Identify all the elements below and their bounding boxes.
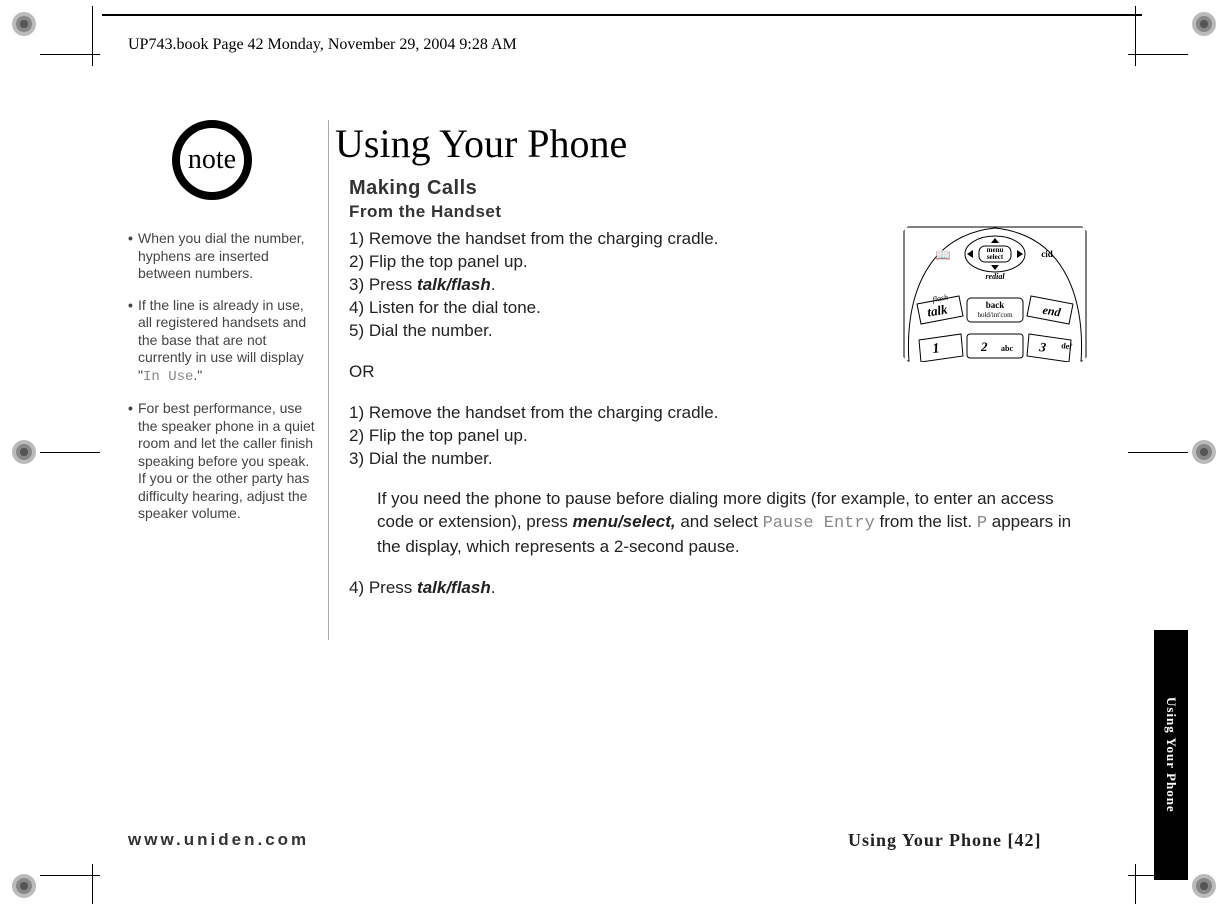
registration-mark [12,440,36,464]
hold-label: hold/int'com [977,311,1013,319]
text: . [491,578,496,597]
key-2: 2 [980,339,988,354]
crop-mark [1135,864,1136,904]
note-item: •When you dial the number, hyphens are i… [128,230,318,283]
registration-mark [12,874,36,898]
note-badge-icon: note [172,120,252,200]
text: 4) Press [349,578,417,597]
step-line: 3) Dial the number. [349,448,1089,471]
end-label: end [1042,303,1063,320]
key-3-letters: def [1061,341,1073,351]
note-text: If the line is already in use, all regis… [138,297,318,387]
phonebook-icon: 📖 [936,248,951,262]
talk-flash-key-label: talk/flash [417,578,491,597]
registration-mark [1192,12,1216,36]
registration-mark [12,12,36,36]
framemaker-header: UP743.book Page 42 Monday, November 29, … [128,36,517,54]
back-label: back [986,300,1005,310]
or-label: OR [349,361,1089,384]
bullet-icon: • [128,400,138,523]
note-item: •For best performance, use the speaker p… [128,400,318,523]
subsection-heading: From the Handset [349,202,1095,222]
step-4: 4) Press talk/flash. [349,577,1089,600]
page-title: Using Your Phone [335,120,1095,167]
footer-url: www.uniden.com [128,830,309,850]
redial-label: redial [985,272,1005,281]
crop-mark [92,864,93,904]
main-content: Using Your Phone Making Calls From the H… [328,120,1095,640]
note-sidebar: note •When you dial the number, hyphens … [128,120,318,537]
thumb-tab: Using Your Phone [1154,630,1188,880]
crop-mark [92,6,93,66]
registration-mark [1192,440,1216,464]
lcd-text: In Use [143,369,193,385]
note-text: For best performance, use the speaker ph… [138,400,318,523]
select-label: select [987,253,1004,261]
cid-label: cid [1041,249,1053,259]
crop-mark [102,14,1142,16]
crop-mark [40,54,100,55]
crop-mark [40,875,100,876]
step-line: 1) Remove the handset from the charging … [349,402,1089,425]
key-label: talk/flash [417,275,491,294]
pause-paragraph: If you need the phone to pause before di… [377,488,1089,559]
footer-page-label: Using Your Phone [42] [848,830,1042,851]
crop-mark [1128,452,1188,453]
steps-method-b: 1) Remove the handset from the charging … [349,402,1089,471]
talk-label: talk [926,301,949,319]
step-line: 2) Flip the top panel up. [349,425,1089,448]
lcd-text-pause-entry: Pause Entry [763,514,875,533]
note-item: •If the line is already in use, all regi… [128,297,318,387]
crop-mark [40,452,100,453]
text: and select [676,512,763,531]
text: from the list. [875,512,977,531]
menu-select-key-label: menu/select, [573,512,676,531]
handset-illustration: menu select redial 📖 cid flash talk back… [903,226,1087,362]
registration-mark [1192,874,1216,898]
section-heading: Making Calls [349,177,1095,200]
bullet-icon: • [128,297,138,387]
lcd-text-p: P [977,514,987,533]
note-list: •When you dial the number, hyphens are i… [128,230,318,523]
crop-mark [1128,54,1188,55]
note-text: When you dial the number, hyphens are in… [138,230,318,283]
key-2-letters: abc [1001,344,1013,353]
bullet-icon: • [128,230,138,283]
